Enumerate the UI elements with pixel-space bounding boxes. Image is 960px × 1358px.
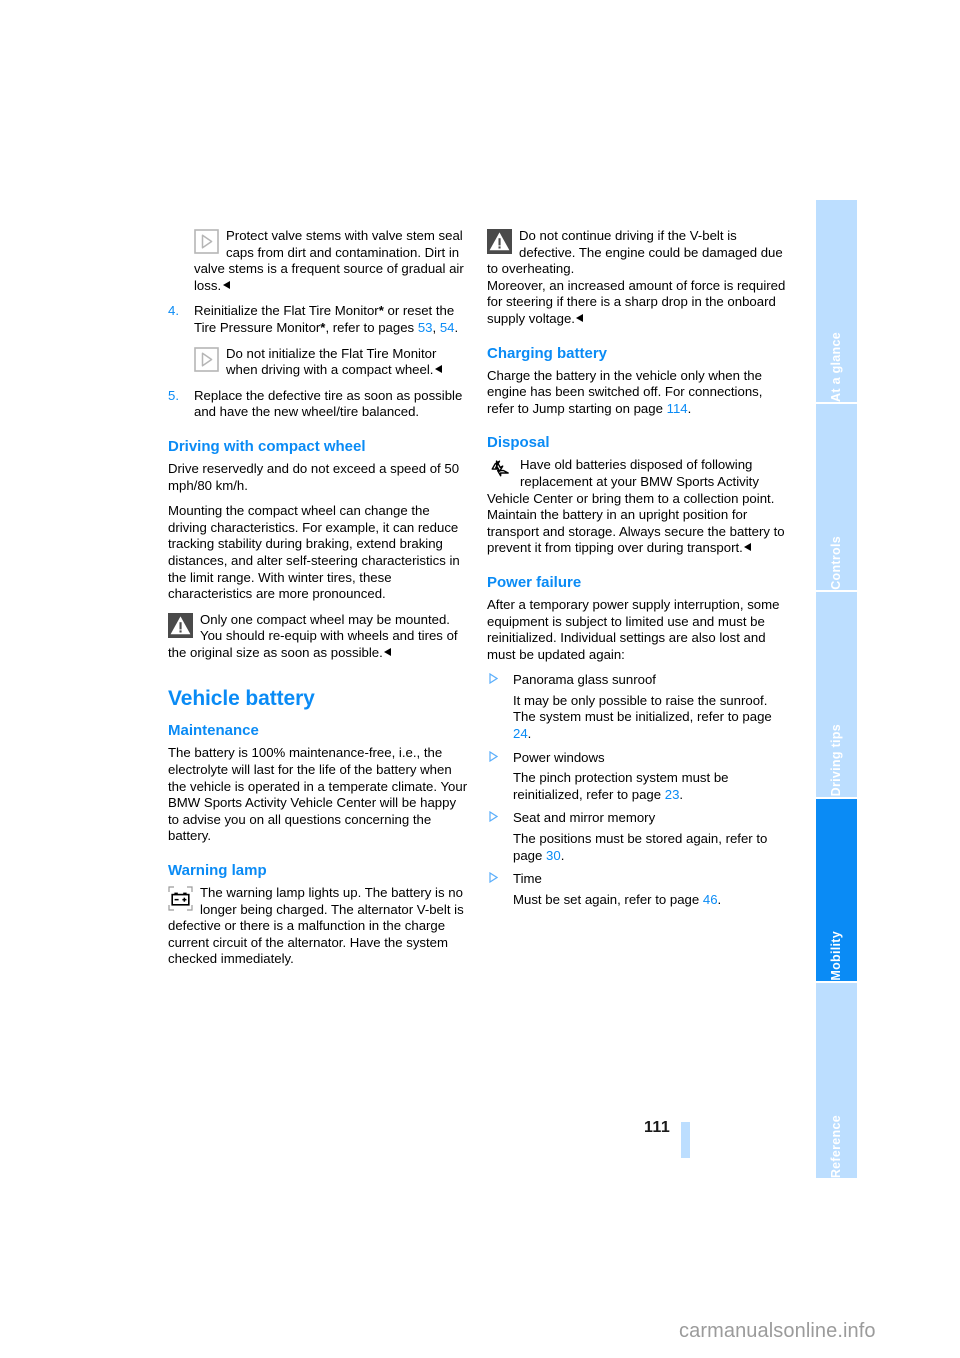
page-reference-46[interactable]: 46 [703,892,718,907]
list-item-title: Panorama glass sunroof [513,672,656,688]
left-text-column: Protect valve stems with valve stem seal… [168,228,468,977]
page-reference-30[interactable]: 30 [546,848,561,863]
sidebar-tab-driving-tips[interactable]: Driving tips [816,592,857,799]
step-text: Replace the defective tire as soon as po… [194,387,463,420]
heading-disposal: Disposal [487,434,550,452]
watermark: carmanualsonline.info [679,1320,876,1342]
list-item-title: Time [513,871,542,887]
warning-lamp-text: The warning lamp lights up. The battery … [168,885,464,967]
list-item-body: Must be set again, refer to page 46. [513,891,722,907]
heading-charging-battery: Charging battery [487,344,608,362]
end-of-note-marker [744,543,752,552]
page-reference-23[interactable]: 23 [665,787,680,802]
heading-maintenance: Maintenance [168,722,259,740]
step-4: 4. Reinitialize the Flat Tire Monitor* o… [168,303,468,336]
list-item: Power windows [487,750,787,767]
disposal-text: Have old batteries disposed of following… [487,457,785,556]
list-item-title: Seat and mirror memory [513,810,656,826]
warning-vbelt-text-b: Moreover, an increased amount of force i… [487,277,786,326]
heading-driving-with-compact-wheel: Driving with compact wheel [168,437,366,455]
chapter-thumb-index: At a glance Controls Driving tips Mobili… [816,200,857,1179]
list-item: Seat and mirror memory [487,810,787,827]
step-5: 5. Replace the defective tire as soon as… [168,388,468,421]
sidebar-tab-controls[interactable]: Controls [816,404,857,593]
sidebar-tab-label: Reference [829,1114,843,1179]
manual-page: At a glance Controls Driving tips Mobili… [0,0,960,1358]
page-reference-24[interactable]: 24 [513,726,528,741]
heading-power-failure: Power failure [487,573,582,591]
sidebar-tab-label: Mobility [829,931,843,981]
triangle-bullet-icon [489,750,498,762]
recycle-icon [487,458,512,483]
warning-triangle-icon [168,612,193,638]
note-text: Do not initialize the Flat Tire Monitor … [194,346,468,379]
sidebar-tab-mobility[interactable]: Mobility [816,798,857,983]
list-item-body: The positions must be stored again, refe… [513,831,768,863]
list-item-title: Power windows [513,749,605,765]
disposal-block: Have old batteries disposed of following… [487,457,787,557]
sidebar-tab-reference[interactable]: Reference [816,982,857,1179]
triangle-bullet-icon [489,811,498,823]
list-item-body: It may be only possible to raise the sun… [513,692,772,742]
paragraph-speed-limit: Drive reservedly and do not exceed a spe… [168,460,460,493]
battery-warning-lamp-icon [168,886,193,911]
note-triangle-icon [194,346,219,372]
page-reference-114[interactable]: 114 [667,401,688,416]
page-reference-53[interactable]: 53 [418,320,433,335]
list-item: Time [487,871,787,888]
end-of-note-marker [576,313,584,322]
page-number: 111 [644,1119,671,1136]
paragraph-charging-battery: Charge the battery in the vehicle only w… [487,367,763,416]
note-protect-valve-stems: Protect valve stems with valve stem seal… [168,228,468,294]
sidebar-tab-label: Controls [829,536,843,591]
sidebar-tab-label: At a glance [829,332,843,403]
step-number: 5. [168,387,179,403]
step-number: 4. [168,303,179,319]
triangle-bullet-icon [489,872,498,884]
warning-triangle-icon [487,229,512,254]
paragraph-maintenance: The battery is 100% maintenance-free, i.… [168,745,468,844]
end-of-note-marker [222,280,230,289]
warning-only-one-compact-wheel: Only one compact wheel may be mounted. Y… [168,612,468,662]
paragraph-power-failure: After a temporary power supply interrupt… [487,596,780,662]
end-of-note-marker [384,647,392,656]
sidebar-tab-label: Driving tips [829,724,843,797]
list-item: Panorama glass sunroof [487,672,787,689]
warning-vbelt-text-a: Do not continue driving if the V-belt is… [487,228,783,277]
step-text: Reinitialize the Flat Tire Monitor* or r… [194,303,459,335]
right-text-column: Do not continue driving if the V-belt is… [487,228,787,915]
paragraph-mounting-characteristics: Mounting the compact wheel can change th… [168,503,460,602]
heading-vehicle-battery: Vehicle battery [168,687,315,711]
warning-text: Only one compact wheel may be mounted. Y… [168,611,458,660]
note-do-not-initialize: Do not initialize the Flat Tire Monitor … [168,346,468,379]
sidebar-tab-at-a-glance[interactable]: At a glance [816,200,857,405]
page-reference-54[interactable]: 54 [440,320,455,335]
note-triangle-icon [194,229,219,254]
warning-vbelt-defective: Do not continue driving if the V-belt is… [487,228,787,328]
heading-warning-lamp: Warning lamp [168,862,267,880]
triangle-bullet-icon [489,673,498,685]
end-of-note-marker [434,365,442,374]
warning-lamp-block: The warning lamp lights up. The battery … [168,885,468,968]
page-number-rule [681,1122,690,1158]
list-item-body: The pinch protection system must be rein… [513,770,729,802]
note-text: Protect valve stems with valve stem seal… [194,228,464,293]
